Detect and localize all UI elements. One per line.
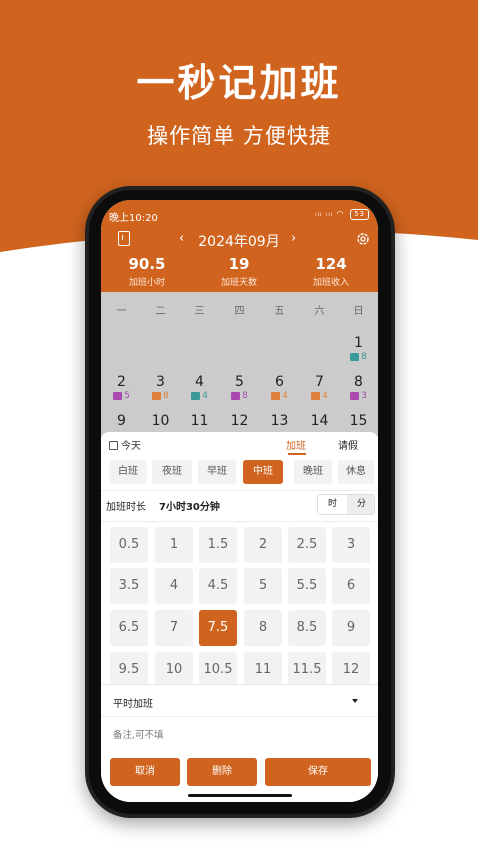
hour-option[interactable]: 1.5 [199,527,237,563]
calendar-day[interactable]: 4 4 [180,374,219,401]
hour-option[interactable]: 4 [155,568,193,604]
hour-option[interactable]: 2 [244,527,282,563]
hour-option[interactable]: 9 [332,610,370,646]
weekday-label: 四 [234,306,245,317]
divider [101,521,378,522]
hour-option[interactable]: 5 [244,568,282,604]
weekday-header: 一 二 三 四 五 六 日 [101,302,378,317]
calendar-day[interactable]: 8 3 [339,374,378,401]
hour-option[interactable]: 8.5 [288,610,326,646]
calendar-day[interactable]: 12 [220,413,259,429]
duration-value: 7小时30分钟 [159,502,220,513]
battery-icon: 53 [350,209,369,220]
weekday-label: 六 [314,306,325,317]
record-book-icon[interactable] [118,231,130,246]
shift-rest-button[interactable]: 休息 [338,460,374,484]
calendar-day[interactable]: 3 8 [141,374,180,401]
next-month-button[interactable]: › [291,231,296,246]
calendar-day[interactable]: 10 [141,413,180,429]
hour-option[interactable]: 3 [332,527,370,563]
unit-toggle: 时 分 [317,494,375,515]
shift-chip-icon [271,391,281,400]
unit-hour-button[interactable]: 时 [318,495,347,514]
hour-option[interactable]: 8 [244,610,282,646]
hour-option[interactable]: 1 [155,527,193,563]
promo-subheadline: 操作简单 方便快捷 [147,124,331,148]
calendar-day[interactable]: 11 [180,413,219,429]
calendar-day[interactable]: 9 [102,413,141,429]
shift-chip-icon [231,391,241,400]
tab-underline [288,453,306,455]
status-time: 晚上10:20 [109,213,158,224]
shift-chip-icon [350,352,360,361]
weekday-label: 日 [353,306,364,317]
shift-early-button[interactable]: 早班 [198,460,236,484]
hour-option[interactable]: 11.5 [288,652,326,688]
hour-option[interactable]: 6 [332,568,370,604]
hour-option[interactable]: 10 [155,652,193,688]
calendar-day[interactable]: 2 5 [102,374,141,401]
hour-option[interactable]: 12 [332,652,370,688]
tab-overtime[interactable]: 加班 [286,437,306,452]
shift-middle-button[interactable]: 中班 [243,460,283,484]
hour-option-selected[interactable]: 7.5 [199,610,237,646]
hour-option[interactable]: 3.5 [110,568,148,604]
shift-chip-icon [311,391,321,400]
shift-evening-button[interactable]: 晚班 [294,460,332,484]
divider [101,490,378,491]
calendar-day[interactable]: 15 [339,413,378,429]
hour-option[interactable]: 5.5 [288,568,326,604]
weekday-label: 五 [274,306,285,317]
hour-option[interactable]: 7 [155,610,193,646]
hour-option[interactable]: 10.5 [199,652,237,688]
stat-hours: 90.5 加班小时 [128,255,166,288]
weekday-label: 二 [155,306,166,317]
promo-headline: 一秒记加班 [136,61,342,105]
chevron-down-icon [352,699,358,703]
app-header: 晚上10:20 ᵢₗₗ ᵢₗₗ ◠ 53 ‹ 2024年09月 › 90.5 加… [101,200,378,292]
stat-days: 19 加班天数 [220,255,257,288]
remark-placeholder: 备注,可不填 [113,730,164,741]
save-button[interactable]: 保存 [265,758,371,786]
shift-chip-icon [191,391,201,400]
shift-night-button[interactable]: 夜班 [152,460,192,484]
duration-label: 加班时长 [106,502,146,513]
calendar-day[interactable]: 5 8 [220,374,259,401]
home-indicator [188,794,292,797]
hour-option[interactable]: 6.5 [110,610,148,646]
shift-chip-icon [152,391,162,400]
shift-chip-icon [113,391,123,400]
prev-month-button[interactable]: ‹ [179,231,184,246]
weekday-label: 一 [116,306,127,317]
month-title[interactable]: 2024年09月 [193,231,285,251]
cancel-button[interactable]: 取消 [110,758,180,786]
unit-minute-button[interactable]: 分 [347,495,374,514]
delete-button[interactable]: 删除 [187,758,257,786]
hour-option[interactable]: 2.5 [288,527,326,563]
signal-icon: ᵢₗₗ ᵢₗₗ [315,209,333,218]
hour-option[interactable]: 4.5 [199,568,237,604]
hour-option[interactable]: 11 [244,652,282,688]
calendar-icon [109,441,118,450]
tab-leave[interactable]: 请假 [338,437,358,452]
app-screen: 晚上10:20 ᵢₗₗ ᵢₗₗ ◠ 53 ‹ 2024年09月 › 90.5 加… [101,200,378,802]
calendar-grid: 一 二 三 四 五 六 日 1 8 2 5 3 8 4 4 5 8 6 4 7 … [101,292,378,437]
calendar-day[interactable]: 7 4 [300,374,339,401]
gear-icon[interactable] [355,231,371,247]
calendar-day[interactable]: 13 [260,413,299,429]
weekday-label: 三 [194,306,205,317]
wifi-icon: ◠ [336,209,345,218]
today-button[interactable]: 今天 [109,437,141,452]
calendar-day[interactable]: 1 8 [339,335,378,362]
overtime-type-value: 平时加班 [113,699,153,710]
shift-chip-icon [350,391,360,400]
calendar-day[interactable]: 6 4 [260,374,299,401]
calendar-day[interactable]: 14 [300,413,339,429]
stat-income: 124 加班收入 [312,255,349,288]
status-icons: ᵢₗₗ ᵢₗₗ ◠ 53 [315,209,369,220]
hour-option[interactable]: 0.5 [110,527,148,563]
shift-day-button[interactable]: 白班 [109,460,147,484]
hour-option[interactable]: 9.5 [110,652,148,688]
